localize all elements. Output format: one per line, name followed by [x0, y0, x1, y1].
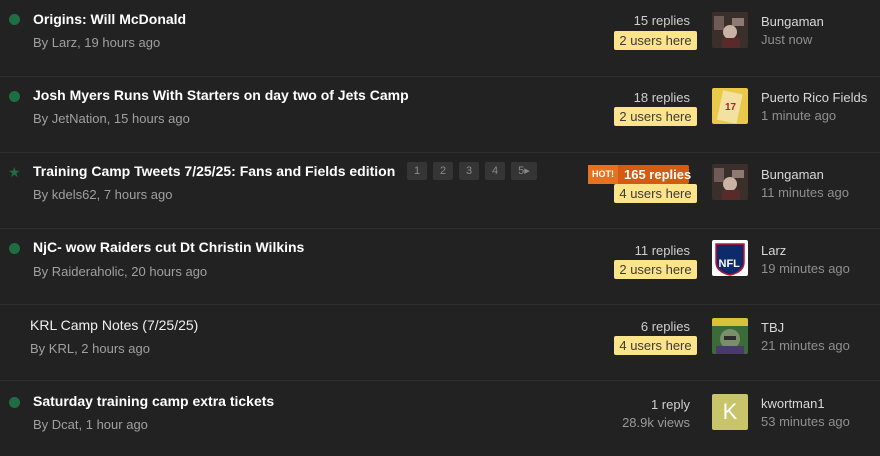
last-poster-name[interactable]: TBJ — [761, 320, 784, 335]
thread-byline: By JetNation, 15 hours ago — [33, 111, 190, 126]
reply-count: 6 replies — [640, 319, 690, 334]
last-post-time[interactable]: Just now — [761, 32, 812, 47]
photo-avatar[interactable] — [712, 12, 748, 48]
users-here-badge: 2 users here — [614, 107, 697, 126]
jersey-avatar-icon: 17 — [712, 88, 748, 124]
last-post-time[interactable]: 53 minutes ago — [761, 414, 850, 429]
thread-byline: By Larz, 19 hours ago — [33, 35, 161, 50]
comic-avatar[interactable] — [712, 318, 748, 354]
thread-byline: By KRL, 2 hours ago — [30, 341, 150, 356]
last-poster-name[interactable]: Bungaman — [761, 14, 824, 29]
unread-dot-icon — [9, 397, 20, 408]
last-post-time[interactable]: 11 minutes ago — [761, 185, 849, 200]
thread-title[interactable]: NjC- wow Raiders cut Dt Christin Wilkins — [33, 239, 304, 255]
thread-byline: By Dcat, 1 hour ago — [33, 417, 148, 432]
page-link[interactable]: 3 — [459, 162, 479, 180]
users-here-badge: 4 users here — [614, 336, 697, 355]
reply-count: 165 replies — [624, 167, 692, 182]
last-poster-name[interactable]: Puerto Rico Fields — [761, 90, 867, 105]
thread-row: Saturday training camp extra tickets By … — [0, 380, 880, 456]
photo-avatar-icon — [712, 12, 748, 48]
reply-count: 11 replies — [634, 243, 690, 258]
reply-count: 15 replies — [633, 13, 690, 28]
nfl-logo-text: NFL — [719, 258, 741, 270]
users-here-badge: 2 users here — [614, 260, 697, 279]
users-here-badge: 4 users here — [614, 184, 697, 203]
page-link[interactable]: 1 — [407, 162, 427, 180]
page-link[interactable]: 2 — [433, 162, 453, 180]
photo-avatar[interactable] — [712, 164, 748, 200]
thread-title[interactable]: Training Camp Tweets 7/25/25: Fans and F… — [33, 163, 395, 179]
nfl-shield-avatar[interactable]: NFL — [712, 240, 748, 276]
last-poster-name[interactable]: Bungaman — [761, 167, 824, 182]
view-count: 28.9k views — [622, 415, 690, 430]
reply-count: 1 reply — [650, 397, 690, 412]
thread-row: Origins: Will McDonald By Larz, 19 hours… — [0, 0, 880, 77]
photo-avatar-icon — [712, 164, 748, 200]
thread-row: Josh Myers Runs With Starters on day two… — [0, 76, 880, 153]
thread-row: KRL Camp Notes (7/25/25) By KRL, 2 hours… — [0, 304, 880, 381]
last-poster-name[interactable]: Larz — [761, 243, 786, 258]
unread-dot-icon — [9, 91, 20, 102]
hot-label: HOT! — [588, 165, 618, 184]
nfl-shield-icon: NFL — [712, 240, 748, 276]
unread-dot-icon — [9, 243, 20, 254]
thread-row: ★ Training Camp Tweets 7/25/25: Fans and… — [0, 152, 880, 229]
users-here-badge: 2 users here — [614, 31, 697, 50]
thread-title[interactable]: Josh Myers Runs With Starters on day two… — [33, 87, 409, 103]
comic-avatar-icon — [712, 318, 748, 354]
chevron-right-icon: ▸ — [524, 165, 530, 177]
letter-avatar[interactable]: K — [712, 394, 748, 430]
jersey-avatar[interactable]: 17 — [712, 88, 748, 124]
thread-row: NjC- wow Raiders cut Dt Christin Wilkins… — [0, 228, 880, 305]
star-icon: ★ — [8, 164, 21, 180]
last-poster-name[interactable]: kwortman1 — [761, 396, 825, 411]
thread-byline: By kdels62, 7 hours ago — [33, 187, 173, 202]
page-link[interactable]: 4 — [485, 162, 505, 180]
last-post-time[interactable]: 19 minutes ago — [761, 261, 850, 276]
thread-byline: By Raideraholic, 20 hours ago — [33, 264, 208, 279]
reply-count: 18 replies — [633, 90, 690, 105]
thread-title[interactable]: Saturday training camp extra tickets — [33, 393, 274, 409]
last-page-link[interactable]: 5▸ — [511, 162, 537, 180]
svg-text:17: 17 — [725, 102, 737, 113]
hot-replies-badge: HOT! 165 replies — [588, 165, 692, 184]
last-post-time[interactable]: 1 minute ago — [761, 108, 836, 123]
thread-pagination: 1 2 3 4 5▸ — [407, 162, 537, 180]
thread-title[interactable]: Origins: Will McDonald — [33, 11, 186, 27]
last-post-time[interactable]: 21 minutes ago — [761, 338, 850, 353]
thread-title[interactable]: KRL Camp Notes (7/25/25) — [30, 317, 198, 333]
unread-dot-icon — [9, 14, 20, 25]
